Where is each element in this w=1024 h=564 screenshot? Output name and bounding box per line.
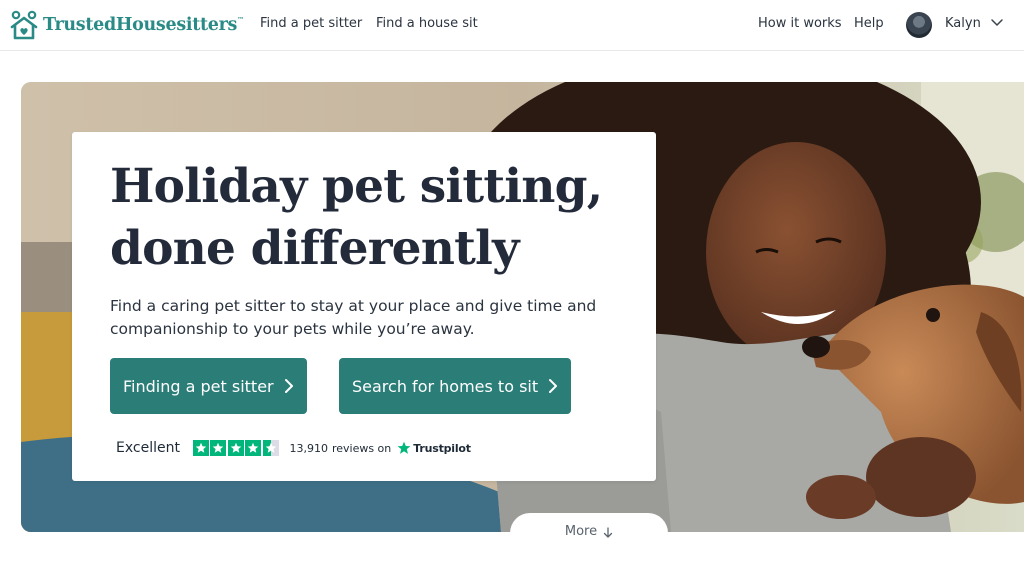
hero-subtext: Find a caring pet sitter to stay at your… xyxy=(110,297,597,338)
arrow-down-icon xyxy=(603,527,613,538)
brand-name: TrustedHousesitters™ xyxy=(43,15,244,35)
page-title: Holiday pet sitting, done differently xyxy=(110,156,640,280)
search-homes-button[interactable]: Search for homes to sit xyxy=(339,358,571,414)
trustpilot-rating[interactable]: Excellent 13,910 reviews on Trustpilot xyxy=(116,440,471,456)
rating-stars xyxy=(192,440,281,456)
chevron-right-icon xyxy=(284,379,293,393)
find-pet-sitter-button-label: Finding a pet sitter xyxy=(123,376,274,396)
user-name[interactable]: Kalyn xyxy=(945,16,981,31)
nav-how-it-works[interactable]: How it works xyxy=(758,16,842,31)
star-icon xyxy=(210,440,227,456)
chevron-down-icon[interactable] xyxy=(990,18,1004,28)
site-header: TrustedHousesitters™ Find a pet sitter F… xyxy=(0,0,1024,51)
more-button[interactable]: More xyxy=(510,513,668,553)
nav-help[interactable]: Help xyxy=(854,16,884,31)
headline-line-1: Holiday pet sitting, xyxy=(110,159,603,214)
nav-find-pet-sitter[interactable]: Find a pet sitter xyxy=(260,16,362,31)
house-paw-logo-icon xyxy=(10,10,38,40)
review-count: 13,910 xyxy=(289,441,328,455)
star-icon xyxy=(227,440,244,456)
search-homes-button-label: Search for homes to sit xyxy=(352,376,539,396)
trustpilot-brand: Trustpilot xyxy=(413,441,471,455)
more-label: More xyxy=(564,524,598,539)
rating-label: Excellent xyxy=(116,440,180,456)
reviews-on-text: reviews on xyxy=(331,441,392,455)
chevron-right-icon xyxy=(549,379,558,393)
headline-line-2: done differently xyxy=(110,221,519,276)
avatar[interactable] xyxy=(906,12,932,38)
find-pet-sitter-button[interactable]: Finding a pet sitter xyxy=(110,358,307,414)
trustpilot-star-icon xyxy=(397,441,411,454)
star-icon xyxy=(192,440,209,456)
hero-card: Holiday pet sitting, done differently Fi… xyxy=(72,132,656,481)
brand-logo[interactable]: TrustedHousesitters™ xyxy=(9,9,244,41)
star-icon xyxy=(245,440,262,456)
nav-find-house-sit[interactable]: Find a house sit xyxy=(376,16,478,31)
star-half-icon xyxy=(262,440,279,456)
